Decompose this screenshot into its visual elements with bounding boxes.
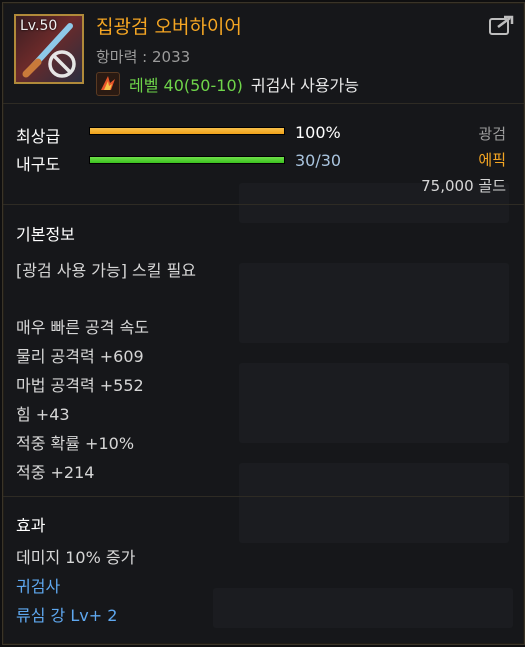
durability-bar xyxy=(89,156,285,164)
divider xyxy=(3,496,524,497)
stat-line: 힘 +43 xyxy=(16,405,70,424)
item-defense: 항마력 : 2033 xyxy=(96,48,191,66)
basic-info-heading: 기본정보 xyxy=(16,225,75,244)
durability-bar-fill xyxy=(90,157,284,163)
class-emblem-icon xyxy=(96,72,120,96)
effect-skill-bonus: 류심 강 Lv+ 2 xyxy=(16,606,118,625)
required-level: 레벨 40(50-10) xyxy=(129,76,243,95)
weapon-type: 광검 xyxy=(478,125,506,143)
ghost-panel xyxy=(239,263,509,343)
ghost-panel xyxy=(239,363,509,443)
skill-requirement: [광검 사용 가능] 스킬 필요 xyxy=(16,261,197,280)
item-level-badge: Lv.50 xyxy=(20,18,58,34)
price: 75,000 골드 xyxy=(421,177,506,195)
effect-damage: 데미지 10% 증가 xyxy=(16,548,136,567)
share-icon[interactable] xyxy=(488,15,516,37)
durability-label: 내구도 xyxy=(16,155,61,174)
quality-value: 100% xyxy=(295,123,341,142)
item-tooltip: Lv.50 집광검 오버하이어 항마력 : 2033 레벨 40(50-10) … xyxy=(2,2,525,645)
stat-line: 마법 공격력 +552 xyxy=(16,376,144,395)
quality-label: 최상급 xyxy=(16,127,61,146)
quality-bar-fill xyxy=(90,128,284,134)
stat-line: 물리 공격력 +609 xyxy=(16,347,144,366)
rarity: 에픽 xyxy=(478,151,506,169)
divider xyxy=(3,103,524,104)
required-class: 귀검사 사용가능 xyxy=(250,76,360,95)
durability-value: 30/30 xyxy=(295,151,342,170)
stat-line: 매우 빠른 공격 속도 xyxy=(16,318,150,337)
tooltip-header: Lv.50 집광검 오버하이어 항마력 : 2033 레벨 40(50-10) … xyxy=(3,3,524,103)
requirement-row: 레벨 40(50-10) 귀검사 사용가능 xyxy=(96,71,359,97)
lightsword-item-icon: Lv.50 xyxy=(14,14,84,84)
ghost-panel xyxy=(239,463,509,543)
divider xyxy=(3,204,524,205)
effect-heading: 효과 xyxy=(16,516,46,535)
stat-line: 적중 확률 +10% xyxy=(16,434,135,453)
item-name: 집광검 오버하이어 xyxy=(96,16,242,38)
stat-line: 적중 +214 xyxy=(16,463,95,482)
quality-bar xyxy=(89,127,285,135)
ghost-panel xyxy=(213,588,513,628)
effect-class: 귀검사 xyxy=(16,577,61,596)
